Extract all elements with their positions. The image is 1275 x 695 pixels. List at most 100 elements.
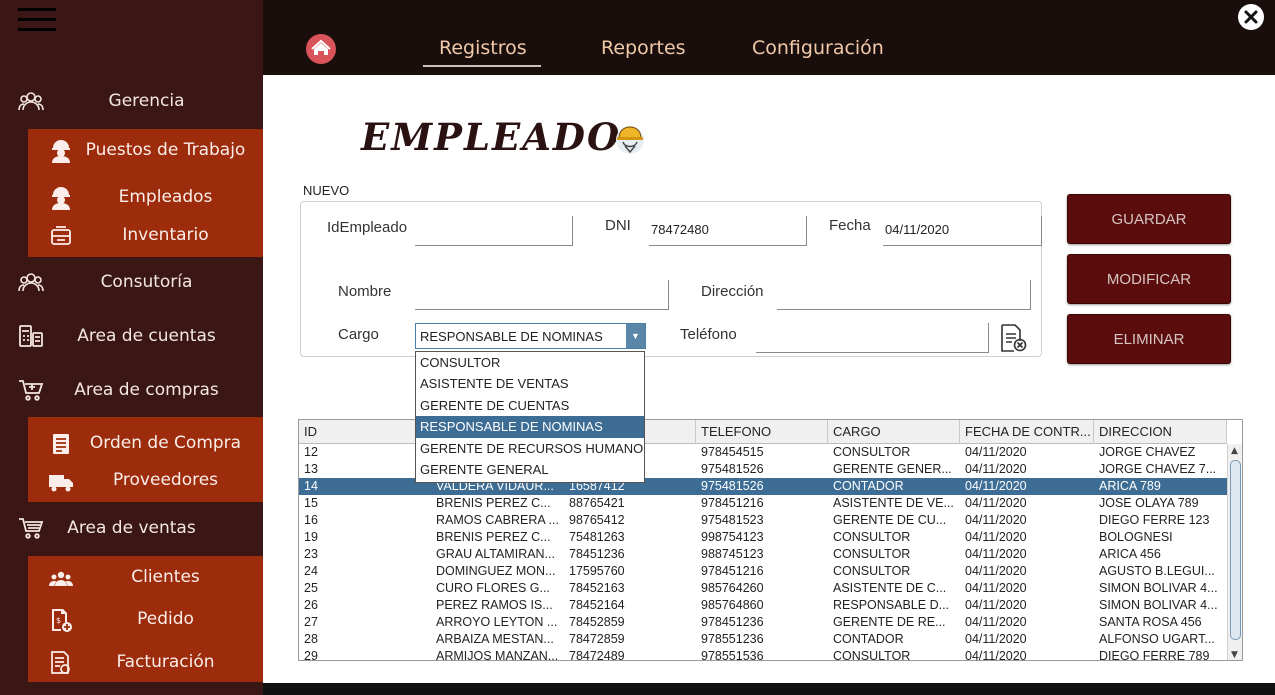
sidebar-item-puestos[interactable]: Puestos de Trabajo xyxy=(28,131,263,169)
table-cell: CONTADOR xyxy=(833,479,904,493)
sidebar-item-label: Orden de Compra xyxy=(89,433,242,453)
table-cell: 04/11/2020 xyxy=(965,445,1027,459)
table-cell: CURO FLORES G... xyxy=(436,581,550,595)
table-cell: 975481526 xyxy=(701,462,764,476)
column-header[interactable]: CARGO xyxy=(828,420,960,444)
table-row[interactable]: 19 BRENIS PEREZ C... 75481263 998754123 CONS… xyxy=(299,529,1227,546)
id-empleado-field[interactable] xyxy=(415,216,573,246)
eliminar-button[interactable]: ELIMINAR xyxy=(1067,314,1231,364)
table-cell: 04/11/2020 xyxy=(965,547,1027,561)
table-cell: 12 xyxy=(304,445,318,459)
document-cancel-icon[interactable] xyxy=(998,323,1028,353)
table-row[interactable]: 27 ARROYO LEYTON ... 78452859 978451236 GERE… xyxy=(299,614,1227,631)
table-cell: 13 xyxy=(304,462,318,476)
sidebar-item-consutoria[interactable]: Consutoría xyxy=(0,262,263,302)
table-cell: 04/11/2020 xyxy=(965,496,1027,510)
table-cell: GERENTE DE CU... xyxy=(833,513,947,527)
table-cell: 25 xyxy=(304,581,318,595)
table-cell: BRENIS PEREZ C... xyxy=(436,496,551,510)
fecha-field[interactable]: 04/11/2020 xyxy=(883,216,1042,246)
sidebar-item-label: Area de compras xyxy=(74,380,219,400)
column-header[interactable]: ID xyxy=(299,420,431,444)
telefono-label: Teléfono xyxy=(680,326,737,343)
scroll-up-icon[interactable]: ▲ xyxy=(1231,446,1238,456)
table-row[interactable]: 26 PEREZ RAMOS IS... 78452164 985764860 RESP… xyxy=(299,597,1227,614)
modificar-button[interactable]: MODIFICAR xyxy=(1067,254,1231,304)
table-cell: 88765421 xyxy=(569,496,625,510)
sidebar-item-label: Area de cuentas xyxy=(77,326,216,346)
table-row[interactable]: 15 BRENIS PEREZ C... 88765421 978451216 ASIS… xyxy=(299,495,1227,512)
table-cell: 24 xyxy=(304,564,318,578)
column-header[interactable]: DIRECCION xyxy=(1094,420,1227,444)
sidebar-item-pedido[interactable]: $ Pedido xyxy=(28,600,263,638)
active-tab-indicator xyxy=(423,65,541,67)
sidebar-item-label: Empleados xyxy=(118,187,213,207)
column-header[interactable]: FECHA DE CONTR... xyxy=(960,420,1094,444)
tab-configuracion[interactable]: Configuración xyxy=(752,37,884,59)
table-cell: 978451216 xyxy=(701,496,764,510)
table-cell: PEREZ RAMOS IS... xyxy=(436,598,553,612)
cargo-label: Cargo xyxy=(338,326,379,343)
sidebar-item-orden-compra[interactable]: Orden de Compra xyxy=(28,424,263,462)
cargo-selected-value: RESPONSABLE DE NOMINAS xyxy=(420,329,603,344)
table-cell: CONSULTOR xyxy=(833,547,911,561)
sidebar-item-cuentas[interactable]: Area de cuentas xyxy=(0,316,263,356)
sidebar-item-empleados[interactable]: Empleados xyxy=(28,178,263,216)
table-cell: 04/11/2020 xyxy=(965,530,1027,544)
home-button[interactable] xyxy=(306,34,336,64)
telefono-field[interactable] xyxy=(756,323,989,353)
sidebar-item-gerencia[interactable]: Gerencia xyxy=(0,81,263,121)
sidebar-item-facturacion[interactable]: Facturación xyxy=(28,643,263,681)
dropdown-option-selected[interactable]: RESPONSABLE DE NOMINAS xyxy=(416,416,644,438)
table-cell: 04/11/2020 xyxy=(965,479,1027,493)
sidebar-item-clientes[interactable]: Clientes xyxy=(28,558,263,596)
table-cell: 985764260 xyxy=(701,581,764,595)
table-cell: RAMOS CABRERA ... xyxy=(436,513,559,527)
dni-field[interactable]: 78472480 xyxy=(649,216,807,246)
sidebar-item-proveedores[interactable]: Proveedores xyxy=(28,461,263,499)
scrollbar-thumb[interactable] xyxy=(1230,460,1241,640)
table-cell: 978451236 xyxy=(701,615,764,629)
chevron-down-icon[interactable]: ▼ xyxy=(626,324,645,348)
sidebar-item-ventas[interactable]: Area de ventas xyxy=(0,508,263,548)
direccion-field[interactable] xyxy=(777,280,1031,310)
menu-icon[interactable] xyxy=(18,6,56,34)
table-cell: JORGE CHAVEZ xyxy=(1099,445,1196,459)
dropdown-option[interactable]: GERENTE DE CUENTAS xyxy=(416,395,644,416)
table-row[interactable]: 29 ARMIJOS MANZAN... 78472489 978551536 CONS… xyxy=(299,648,1227,661)
table-cell: 988745123 xyxy=(701,547,764,561)
nombre-field[interactable] xyxy=(415,280,669,310)
table-cell: 04/11/2020 xyxy=(965,581,1027,595)
table-cell: ASISTENTE DE C... xyxy=(833,581,947,595)
table-row[interactable]: 23 GRAU ALTAMIRAN... 78451236 988745123 CONS… xyxy=(299,546,1227,563)
dropdown-option[interactable]: GERENTE GENERAL xyxy=(416,459,644,480)
dropdown-option[interactable]: GERENTE DE RECURSOS HUMANOS xyxy=(416,438,644,459)
scroll-down-icon[interactable]: ▼ xyxy=(1231,650,1238,660)
gerencia-submenu: Puestos de Trabajo Empleados Inventario xyxy=(28,129,263,257)
table-row[interactable]: 16 RAMOS CABRERA ... 98765412 975481523 GERE… xyxy=(299,512,1227,529)
dropdown-option[interactable]: CONSULTOR xyxy=(416,352,644,373)
table-row[interactable]: 24 DOMINGUEZ MON... 17595760 978451216 CONSU… xyxy=(299,563,1227,580)
table-row[interactable]: 28 ARBAIZA MESTAN... 78472859 978551236 CONT… xyxy=(299,631,1227,648)
guardar-button[interactable]: GUARDAR xyxy=(1067,194,1231,244)
table-row[interactable]: 25 CURO FLORES G... 78452163 985764260 ASIST… xyxy=(299,580,1227,597)
table-cell: 04/11/2020 xyxy=(965,649,1027,661)
table-cell: GERENTE GENER... xyxy=(833,462,952,476)
close-button[interactable] xyxy=(1238,4,1264,30)
column-header[interactable]: TELEFONO xyxy=(696,420,828,444)
table-cell: ASISTENTE DE VE... xyxy=(833,496,954,510)
table-cell: 978551236 xyxy=(701,632,764,646)
vertical-scrollbar[interactable]: ▲ ▼ xyxy=(1227,444,1242,660)
sidebar-item-inventario[interactable]: Inventario xyxy=(28,216,263,254)
table-cell: 14 xyxy=(304,479,318,493)
table-cell: ARICA 456 xyxy=(1099,547,1161,561)
table-cell: 985764860 xyxy=(701,598,764,612)
cargo-dropdown-list: CONSULTOR ASISTENTE DE VENTAS GERENTE DE… xyxy=(415,351,645,483)
cargo-select[interactable]: RESPONSABLE DE NOMINAS ▼ xyxy=(415,323,646,349)
nombre-label: Nombre xyxy=(338,283,392,300)
main-content: EMPLEADO NUEVO IdEmpleado DNI 78472480 F… xyxy=(263,75,1275,683)
sidebar-item-compras[interactable]: Area de compras xyxy=(0,370,263,410)
tab-registros[interactable]: Registros xyxy=(439,37,527,59)
dropdown-option[interactable]: ASISTENTE DE VENTAS xyxy=(416,373,644,394)
tab-reportes[interactable]: Reportes xyxy=(601,37,686,59)
